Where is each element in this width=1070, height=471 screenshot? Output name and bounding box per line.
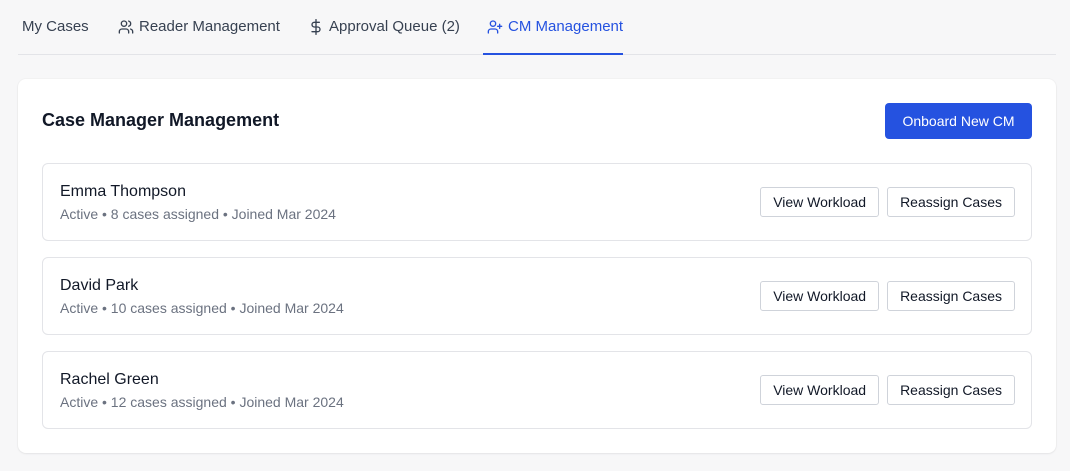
tab-approval-queue-label: Approval Queue (2) [329, 18, 460, 35]
tab-my-cases-label: My Cases [22, 18, 89, 35]
cm-actions: View Workload Reassign Cases [760, 375, 1015, 405]
cm-name: Emma Thompson [60, 183, 186, 200]
tab-reader-management-label: Reader Management [139, 18, 280, 35]
cm-name: David Park [60, 277, 139, 294]
list-item: Rachel Green Active • 12 cases assigned … [42, 351, 1032, 429]
cm-meta: Active • 10 cases assigned • Joined Mar … [60, 300, 344, 316]
cm-name: Rachel Green [60, 371, 159, 388]
list-item: David Park Active • 10 cases assigned • … [42, 257, 1032, 335]
cm-meta: Active • 12 cases assigned • Joined Mar … [60, 394, 344, 410]
tab-reader-management[interactable]: Reader Management [114, 0, 280, 54]
cm-actions: View Workload Reassign Cases [760, 187, 1015, 217]
onboard-new-cm-button[interactable]: Onboard New CM [885, 103, 1032, 139]
page-title: Case Manager Management [42, 110, 280, 130]
cm-management-panel: Case Manager Management Onboard New CM E… [18, 79, 1056, 453]
view-workload-button[interactable]: View Workload [760, 281, 880, 311]
view-workload-button[interactable]: View Workload [760, 187, 880, 217]
tab-bar: My Cases Reader Management Approval Queu… [18, 0, 1056, 55]
list-item: Emma Thompson Active • 8 cases assigned … [42, 163, 1032, 241]
tab-cm-management-label: CM Management [508, 18, 624, 35]
tab-my-cases[interactable]: My Cases [18, 0, 90, 54]
view-workload-button[interactable]: View Workload [760, 375, 880, 405]
tab-cm-management[interactable]: CM Management [483, 0, 624, 55]
users-icon [118, 19, 134, 35]
reassign-cases-button[interactable]: Reassign Cases [887, 281, 1015, 311]
reassign-cases-button[interactable]: Reassign Cases [887, 187, 1015, 217]
cm-meta: Active • 8 cases assigned • Joined Mar 2… [60, 206, 336, 222]
cm-actions: View Workload Reassign Cases [760, 281, 1015, 311]
dollar-icon [308, 18, 324, 35]
tab-approval-queue[interactable]: Approval Queue (2) [304, 0, 460, 54]
case-manager-list: Emma Thompson Active • 8 cases assigned … [42, 163, 1032, 445]
reassign-cases-button[interactable]: Reassign Cases [887, 375, 1015, 405]
user-plus-icon [487, 19, 503, 35]
